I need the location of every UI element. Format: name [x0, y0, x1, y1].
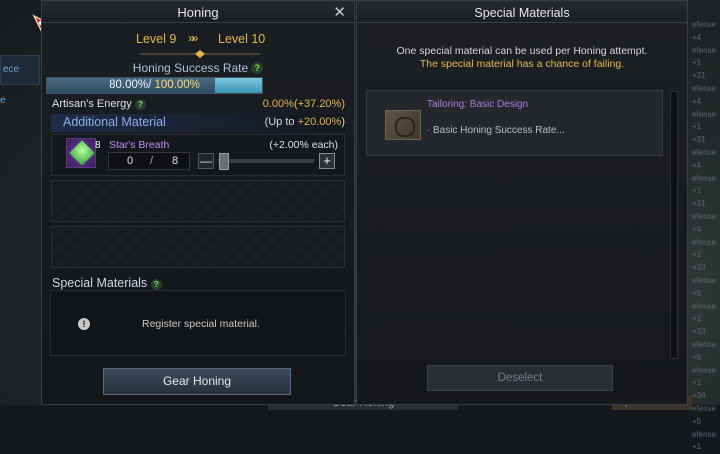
- material-bonus: (+2.00% each): [269, 139, 338, 151]
- item-description: Basic Honing Success Rate...: [433, 125, 565, 136]
- background-stat-line: +31: [692, 70, 720, 83]
- decrease-button[interactable]: —: [198, 153, 214, 169]
- background-stat-line: efense +1: [692, 173, 720, 199]
- background-stat-line: efense +1: [692, 301, 720, 327]
- level-from: Level 9: [136, 32, 176, 46]
- success-rate-text: 80.00%/ 100.00%: [47, 79, 262, 91]
- background-stat-line: efense +4: [692, 19, 720, 45]
- background-stat-line: +34: [692, 390, 720, 403]
- gear-honing-button[interactable]: Gear Honing: [103, 368, 291, 395]
- special-materials-panel: Special Materials One special material c…: [356, 0, 688, 405]
- background-stat-line: efense +4: [692, 147, 720, 173]
- register-special-text: Register special material.: [142, 318, 260, 330]
- background-stat-line: efense +5: [692, 403, 720, 429]
- artisan-energy-label: Artisan's Energy ?: [52, 98, 146, 110]
- close-icon[interactable]: ✕: [333, 3, 346, 21]
- level-to: Level 10: [218, 32, 265, 46]
- background-stat-line: +33: [692, 262, 720, 275]
- scrollbar[interactable]: [670, 91, 678, 359]
- special-material-item[interactable]: Tailoring: Basic Design · Basic Honing S…: [366, 90, 663, 156]
- stars-breath-icon[interactable]: [66, 138, 96, 168]
- special-panel-title: Special Materials: [357, 1, 687, 23]
- background-stat-line: efense +5: [692, 339, 720, 365]
- design-book-icon: [385, 110, 421, 140]
- deselect-button[interactable]: Deselect: [427, 365, 613, 391]
- success-rate-heading: Honing Success Rate?: [41, 61, 355, 75]
- background-stat-line: efense +1: [692, 429, 720, 454]
- background-stat-line: +33: [692, 326, 720, 339]
- background-stat-line: efense +1: [692, 365, 720, 391]
- background-stat-line: efense +5: [692, 275, 720, 301]
- special-warning-line: The special material has a chance of fai…: [357, 58, 687, 70]
- success-rate-bar: 80.00%/ 100.00%: [46, 77, 263, 94]
- background-stat-line: efense +1: [692, 109, 720, 135]
- background-stat-line: +31: [692, 198, 720, 211]
- background-stat-line: +31: [692, 134, 720, 147]
- material-slot-empty: [51, 180, 345, 222]
- help-icon[interactable]: ?: [135, 99, 146, 110]
- quantity-slider[interactable]: — +: [198, 152, 338, 170]
- material-count: 8: [95, 140, 101, 151]
- special-materials-heading: Special Materials ?: [52, 276, 162, 290]
- material-slot-empty: [51, 226, 345, 268]
- special-info-line: One special material can be used per Hon…: [357, 45, 687, 57]
- help-icon[interactable]: ?: [151, 279, 162, 290]
- background-stat-line: efense +1: [692, 237, 720, 263]
- additional-material-header: Additional Material (Up to +20.00%): [51, 114, 345, 132]
- slider-handle[interactable]: [219, 153, 229, 170]
- arrow-icon: »»: [188, 31, 195, 45]
- item-name: Tailoring: Basic Design: [427, 99, 528, 110]
- quantity-field[interactable]: 0 / 8: [108, 152, 190, 170]
- background-stat-line: efense +4: [692, 211, 720, 237]
- background-stat-line: efense +1: [692, 45, 720, 71]
- artisan-energy-value: 0.00%(+37.20%): [263, 98, 345, 110]
- background-tab-2: e: [0, 95, 8, 106]
- increase-button[interactable]: +: [319, 153, 335, 169]
- material-name: Star's Breath: [109, 139, 169, 151]
- slider-track[interactable]: [218, 159, 314, 163]
- background-tab: ece: [0, 55, 40, 85]
- background-stat-list: efense +4efense +1+31efense +4efense +1+…: [692, 19, 720, 454]
- panel-title: Honing: [42, 1, 354, 23]
- bullet-icon: ·: [427, 125, 430, 136]
- success-rate-label: Honing Success Rate: [133, 61, 248, 75]
- background-stat-line: efense +4: [692, 83, 720, 109]
- additional-material-limit: (Up to +20.00%): [265, 116, 345, 128]
- exclamation-icon: !: [78, 318, 90, 330]
- help-icon[interactable]: ?: [251, 62, 263, 74]
- additional-material-title: Additional Material: [63, 115, 166, 129]
- ornament-divider: [140, 50, 260, 58]
